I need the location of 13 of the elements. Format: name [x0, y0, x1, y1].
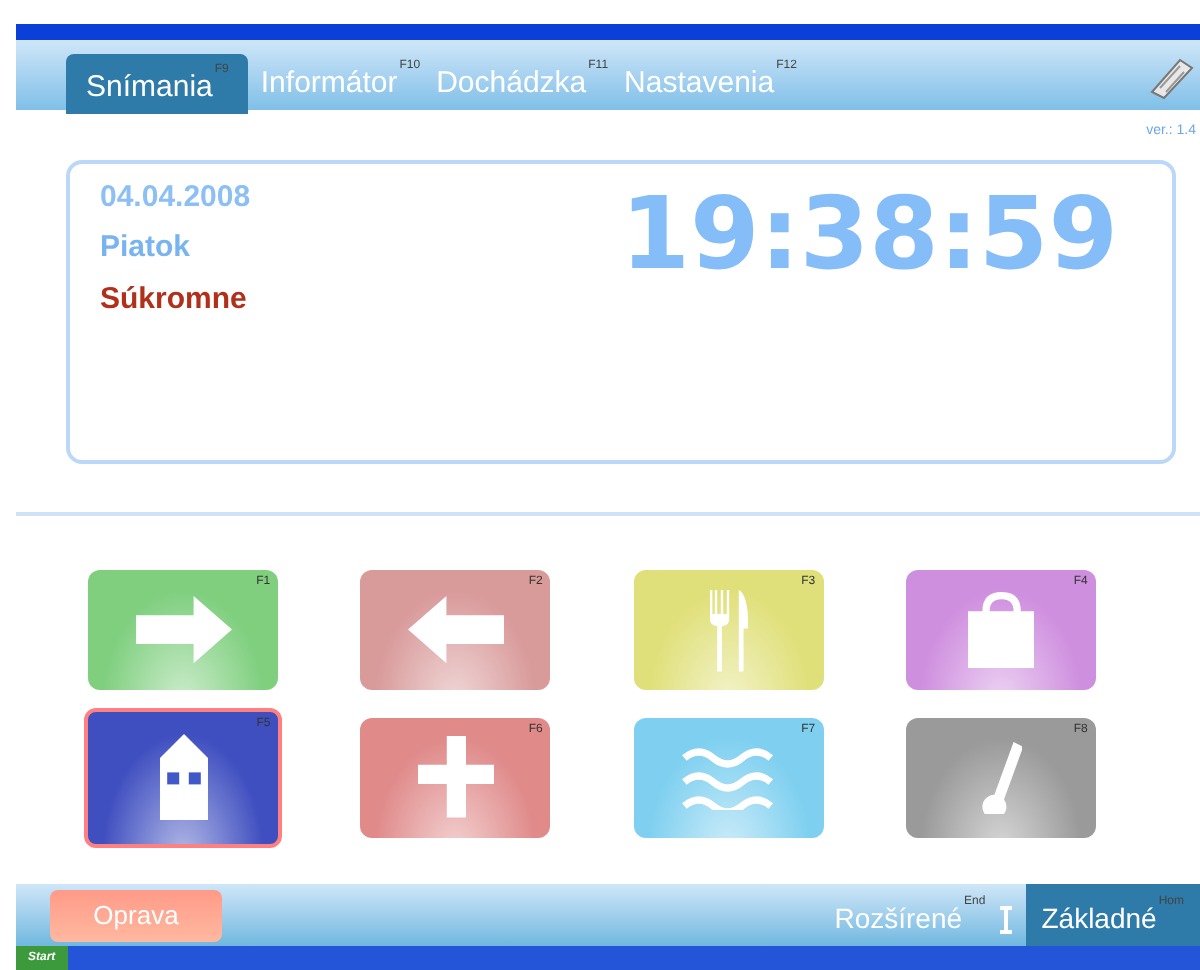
cross-icon	[417, 736, 495, 819]
date-label: 04.04.2008	[100, 177, 251, 217]
text-cursor-icon	[997, 906, 1014, 934]
mode-label: Súkromne	[100, 279, 249, 319]
bag-icon	[967, 592, 1035, 669]
clock-time: 19:38:59	[620, 183, 1118, 295]
fork-knife-icon	[709, 589, 748, 672]
day-label: Piatok	[100, 228, 193, 268]
waves-icon	[682, 745, 774, 810]
arrow-right-icon	[135, 596, 232, 665]
thermometer-icon	[979, 741, 1023, 814]
arrow-left-icon	[407, 596, 504, 665]
house-icon	[159, 734, 208, 821]
